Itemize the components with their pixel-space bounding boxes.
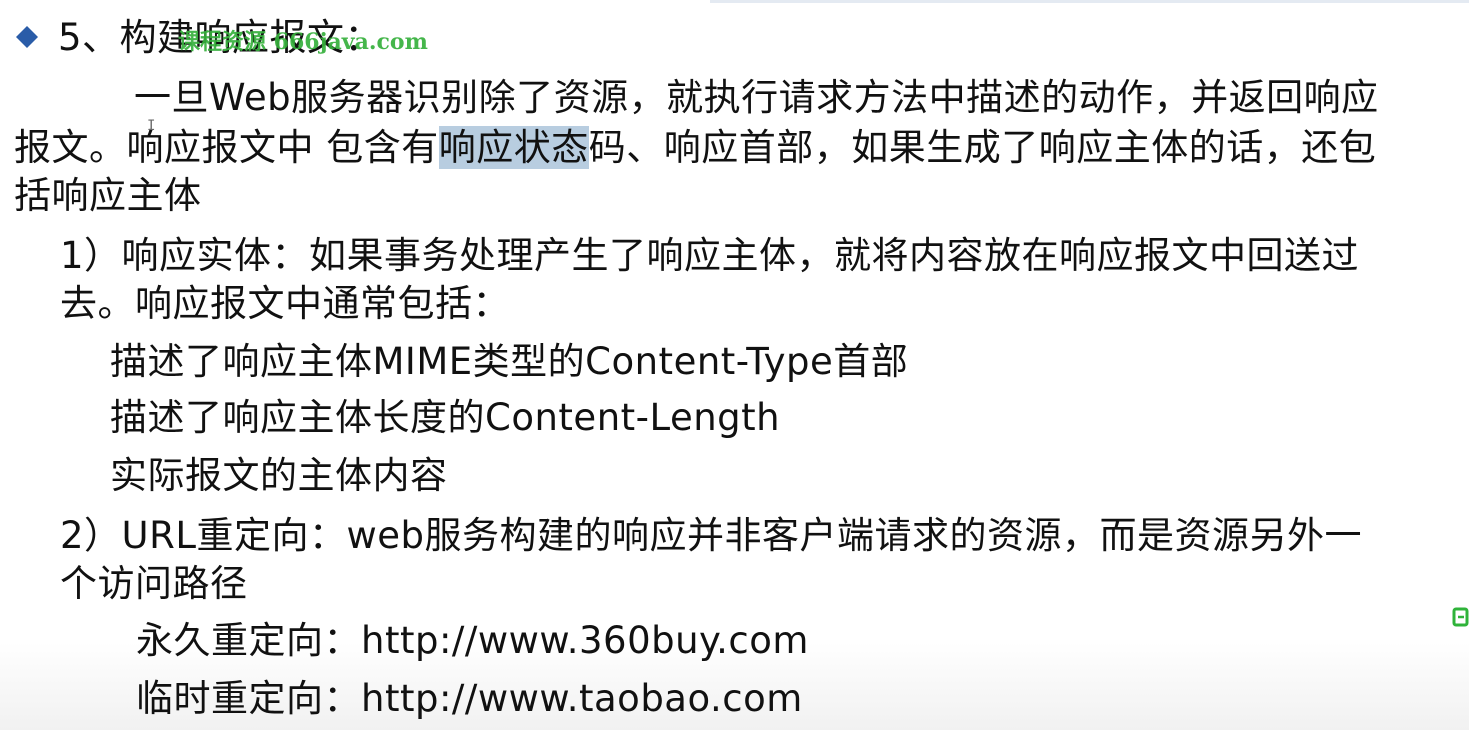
item-1-line-2: 去。响应报文中通常包括： [60,282,510,325]
green-edge-icon[interactable] [1452,606,1469,628]
top-strip [710,0,1469,3]
item-1-sub-1: 描述了响应主体MIME类型的Content-Type首部 [110,340,909,383]
diamond-bullet-icon [16,26,38,48]
paragraph-line-2-end: 码、响应首部，如果生成了响应主体的话，还包 [588,126,1377,169]
text-selection-highlight[interactable]: 响应状态 [438,126,589,169]
paragraph-line-2-start: 报文。响应报文中 包含有 [14,126,439,169]
item-2-line-2: 个访问路径 [60,562,248,605]
paragraph-line-3: 括响应主体 [14,174,202,217]
paragraph-line-1: 一旦Web服务器识别除了资源，就执行请求方法中描述的动作，并返回响应 [134,76,1379,119]
slide: 5、构建响应报文： 课程资源 666java.com 一旦Web服务器识别除了资… [0,0,1469,730]
item-1-sub-3: 实际报文的主体内容 [110,454,448,497]
item-1-line-1: 1）响应实体：如果事务处理产生了响应主体，就将内容放在响应报文中回送过 [60,234,1360,277]
item-1-sub-2: 描述了响应主体长度的Content-Length [110,396,781,439]
item-2-sub-1: 永久重定向：http://www.360buy.com [136,619,809,662]
text-cursor-icon: I [147,118,156,134]
item-2-sub-2: 临时重定向：http://www.taobao.com [136,677,803,720]
item-2-line-1: 2）URL重定向：web服务构建的响应并非客户端请求的资源，而是资源另外一 [60,514,1362,557]
paragraph-line-2: 报文。响应报文中 包含有响应状态码、响应首部，如果生成了响应主体的话，还包 [14,124,1376,172]
watermark: 课程资源 666java.com [178,29,428,55]
